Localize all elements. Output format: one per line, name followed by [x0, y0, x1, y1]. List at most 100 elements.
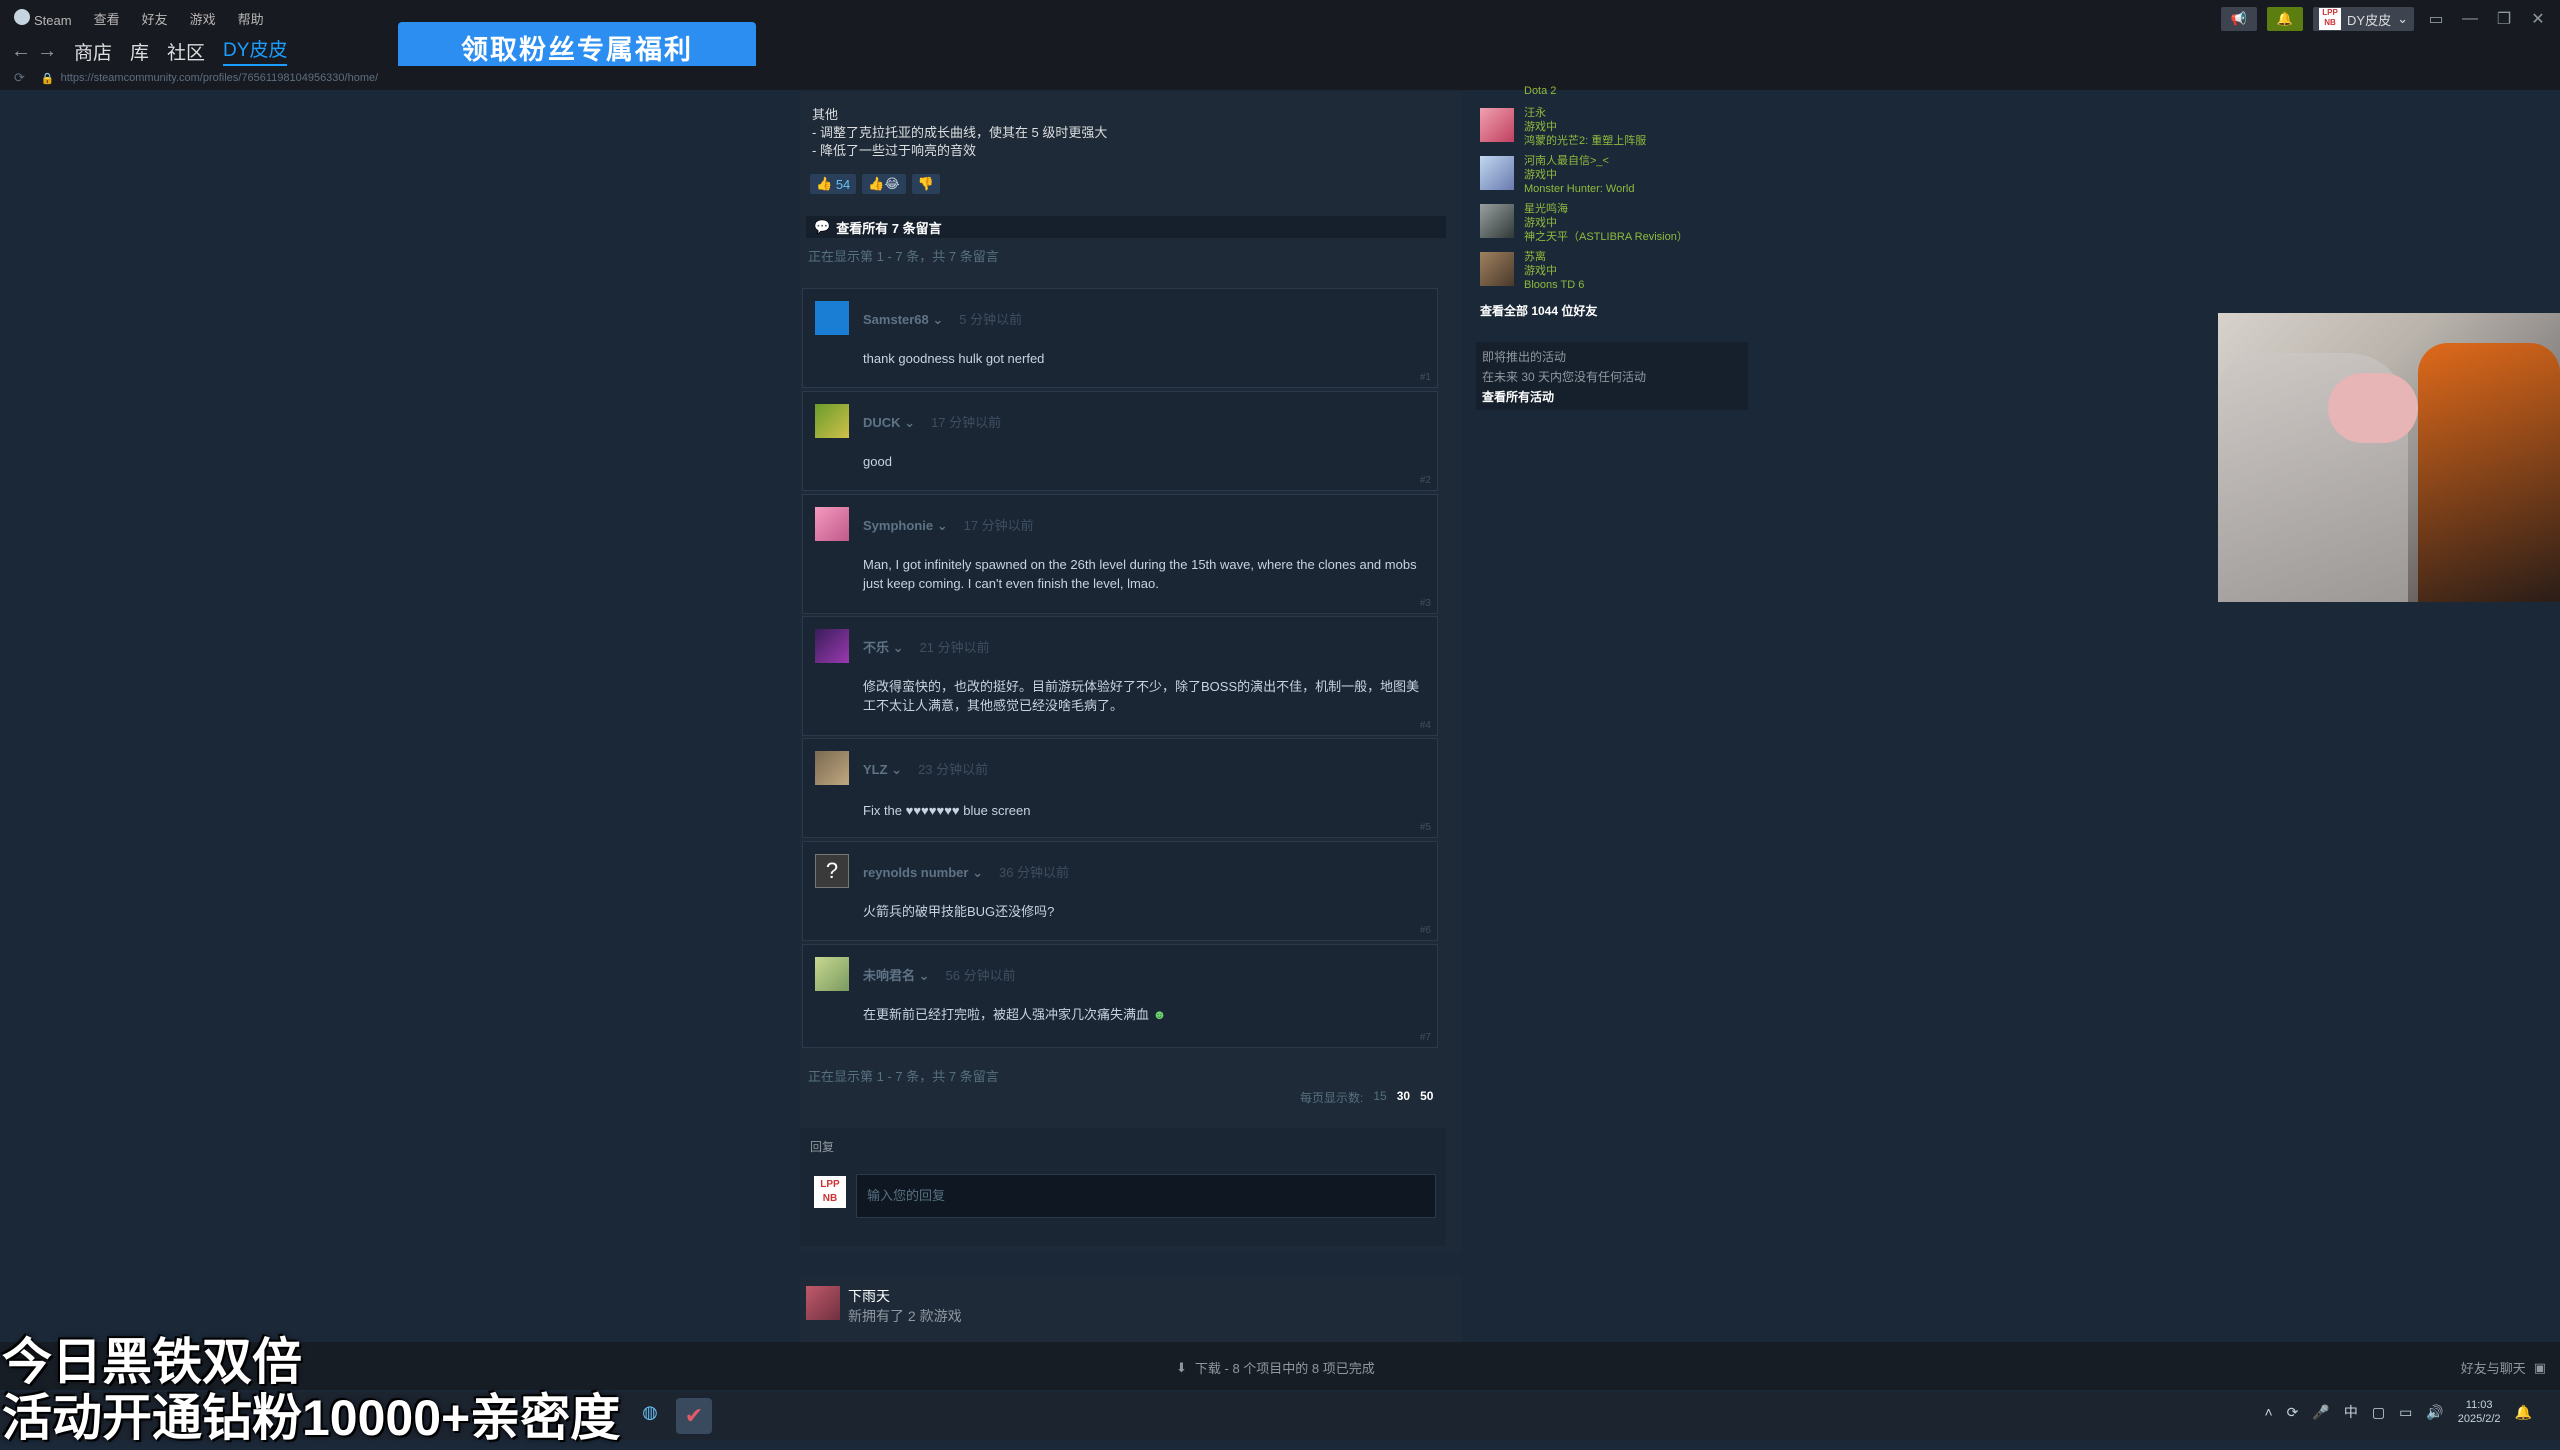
per-page-50[interactable]: 50 — [1420, 1089, 1433, 1106]
reload-icon[interactable]: ⟳ — [14, 70, 25, 86]
steam-taskbar-icon[interactable]: ✔ — [676, 1398, 712, 1434]
back-icon[interactable]: ← — [8, 40, 34, 63]
avatar[interactable] — [806, 1286, 840, 1320]
comment-number: #4 — [1419, 720, 1431, 731]
menu-help[interactable]: 帮助 — [238, 9, 264, 28]
reply-input[interactable]: 输入您的回复 — [856, 1174, 1436, 1218]
comment-author[interactable]: reynolds number ⌄ 36 分钟以前 — [863, 862, 1069, 881]
tab-profile[interactable]: DY皮皮 — [223, 35, 288, 67]
minimize-icon[interactable]: — — [2458, 10, 2482, 28]
app-tray-icon[interactable]: ▢ — [2372, 1404, 2385, 1421]
forward-icon[interactable]: → — [34, 40, 60, 63]
comment-author[interactable]: DUCK ⌄ 17 分钟以前 — [863, 412, 1001, 431]
chevron-up-icon[interactable]: ˄ — [2264, 1404, 2272, 1420]
menu-view[interactable]: 查看 — [94, 9, 120, 28]
comment: Symphonie ⌄ 17 分钟以前 Man, I got infinitely… — [802, 494, 1438, 614]
events-text: 在未来 30 天内您没有任何活动 — [1482, 370, 1647, 384]
view-all-comments[interactable]: 💬 查看所有 7 条留言 — [806, 216, 1446, 238]
avatar — [1480, 252, 1514, 286]
menu-friends[interactable]: 好友 — [142, 9, 168, 28]
comment-number: #3 — [1419, 598, 1431, 609]
avatar[interactable] — [815, 404, 849, 438]
notifications-button[interactable]: 🔔 — [2266, 7, 2304, 31]
bigpicture-icon[interactable]: ▭ — [2424, 9, 2448, 29]
bell-icon: 🔔 — [2276, 11, 2294, 26]
like-button[interactable]: 👍 54 — [810, 174, 857, 194]
nav-bar: ← → 商店 库 社区 DY皮皮 — [0, 35, 2560, 67]
close-icon[interactable]: ✕ — [2526, 9, 2550, 29]
comment-number: #6 — [1419, 925, 1431, 936]
network-icon[interactable]: ▭ — [2399, 1404, 2412, 1421]
comment-author[interactable]: 不乐 ⌄ 21 分钟以前 — [863, 637, 990, 656]
edge-icon[interactable]: ◍ — [636, 1402, 664, 1430]
avatar[interactable] — [815, 751, 849, 785]
friend-item[interactable]: 苏离 游戏中 Bloons TD 6 — [1480, 250, 1780, 292]
broadcast-button[interactable]: 📢 — [2220, 7, 2257, 31]
sync-icon[interactable]: ⟳ — [2287, 1404, 2299, 1421]
ime-indicator[interactable]: 中 — [2344, 1402, 2358, 1422]
comment-text: thank goodness hulk got nerfed — [863, 351, 1045, 366]
pillow-shape — [2328, 373, 2418, 443]
clock[interactable]: 11:03 2025/2/2 — [2458, 1398, 2501, 1426]
tab-community[interactable]: 社区 — [167, 38, 205, 65]
lock-icon: 🔒 — [40, 72, 55, 85]
account-menu[interactable]: LPP NB DY皮皮 ⌄ — [2313, 7, 2414, 31]
comment-text: 火箭兵的破甲技能BUG还没修吗? — [863, 904, 1055, 919]
comment-text: 在更新前已经打完啦，被超人强冲家几次痛失满血 ☻ — [863, 1007, 1167, 1022]
events-panel: 即将推出的活动 在未来 30 天内您没有任何活动 查看所有活动 — [1476, 342, 1748, 410]
friend-item[interactable]: 汪永 游戏中 鸿蒙的光芒2: 重塑上阵服 — [1480, 106, 1780, 148]
account-name: DY皮皮 — [2347, 12, 2392, 28]
promo-banner[interactable]: 领取粉丝专属福利 — [398, 22, 756, 72]
title-bar — [0, 0, 2560, 36]
per-page-selector: 每页显示数: 15 30 50 — [1300, 1089, 1434, 1106]
next-user[interactable]: 下雨天 — [848, 1286, 890, 1306]
avatar[interactable] — [815, 301, 849, 335]
avatar — [1480, 204, 1514, 238]
paging-top: 正在显示第 1 - 7 条，共 7 条留言 — [808, 249, 999, 264]
maximize-icon[interactable]: ❐ — [2492, 9, 2516, 29]
comment-author[interactable]: Symphonie ⌄ 17 分钟以前 — [863, 515, 1034, 534]
notification-icon[interactable]: 🔔 — [2515, 1404, 2532, 1421]
view-all-friends[interactable]: 查看全部 1044 位好友 — [1480, 302, 1597, 319]
avatar[interactable] — [815, 957, 849, 991]
laugh-icon: 👍😂 — [868, 176, 900, 191]
post-body: 其他 - 调整了克拉托亚的成长曲线，使其在 5 级时更强大 - 降低了一些过于响… — [812, 106, 1107, 160]
avatar[interactable] — [815, 507, 849, 541]
per-page-30[interactable]: 30 — [1397, 1089, 1410, 1106]
comment-author[interactable]: YLZ ⌄ 23 分钟以前 — [863, 759, 988, 778]
comment-text: good — [863, 454, 892, 469]
question-avatar-icon[interactable]: ? — [815, 854, 849, 888]
steam-logo-icon — [14, 8, 30, 25]
comment: 不乐 ⌄ 21 分钟以前 修改得蛮快的，也改的挺好。目前游玩体验好了不少，除了BO… — [802, 616, 1438, 736]
url-bar: ⟳ 🔒 https://steamcommunity.com/profiles/… — [0, 66, 2560, 90]
funny-button[interactable]: 👍😂 — [862, 174, 906, 194]
friends-chat-button[interactable]: 好友与聊天 ▣ — [2461, 1358, 2546, 1377]
per-page-15[interactable]: 15 — [1373, 1089, 1386, 1106]
chat-icon: ▣ — [2533, 1359, 2546, 1375]
volume-icon[interactable]: 🔊 — [2426, 1404, 2443, 1421]
url-text[interactable]: https://steamcommunity.com/profiles/7656… — [61, 72, 379, 84]
avatar — [1480, 108, 1514, 142]
next-text: 新拥有了 2 款游戏 — [848, 1308, 962, 1324]
chevron-down-icon: ⌄ — [2397, 11, 2408, 26]
download-status[interactable]: ⬇ 下载 - 8 个项目中的 8 项已完成 — [1176, 1358, 1375, 1377]
comment-author[interactable]: 未响君名 ⌄ 56 分钟以前 — [863, 965, 1016, 984]
dislike-button[interactable]: 👎 — [911, 174, 940, 194]
avatar[interactable] — [815, 629, 849, 663]
megaphone-icon: 📢 — [2230, 11, 2247, 26]
comment-author[interactable]: Samster68 ⌄ 5 分钟以前 — [863, 309, 1022, 328]
menu-bar: Steam 查看 好友 游戏 帮助 — [0, 0, 264, 36]
events-link[interactable]: 查看所有活动 — [1482, 388, 1742, 406]
friend-item[interactable]: 星光鸣海 游戏中 神之天平（ASTLIBRA Revision） — [1480, 202, 1780, 244]
post-line: - 调整了克拉托亚的成长曲线，使其在 5 级时更强大 — [812, 125, 1108, 140]
tab-store[interactable]: 商店 — [74, 38, 112, 65]
comment-number: #7 — [1419, 1032, 1431, 1043]
reply-label: 回复 — [810, 1140, 835, 1154]
tab-library[interactable]: 库 — [130, 38, 149, 65]
friend-item[interactable]: 河南人最自信>_< 游戏中 Monster Hunter: World — [1480, 154, 1780, 196]
friend-item[interactable]: Dota 2 — [1480, 84, 1780, 98]
download-icon: ⬇ — [1176, 1359, 1187, 1375]
steam-menu[interactable]: Steam — [14, 8, 72, 28]
mic-icon[interactable]: 🎤 — [2312, 1404, 2329, 1421]
menu-games[interactable]: 游戏 — [190, 9, 216, 28]
